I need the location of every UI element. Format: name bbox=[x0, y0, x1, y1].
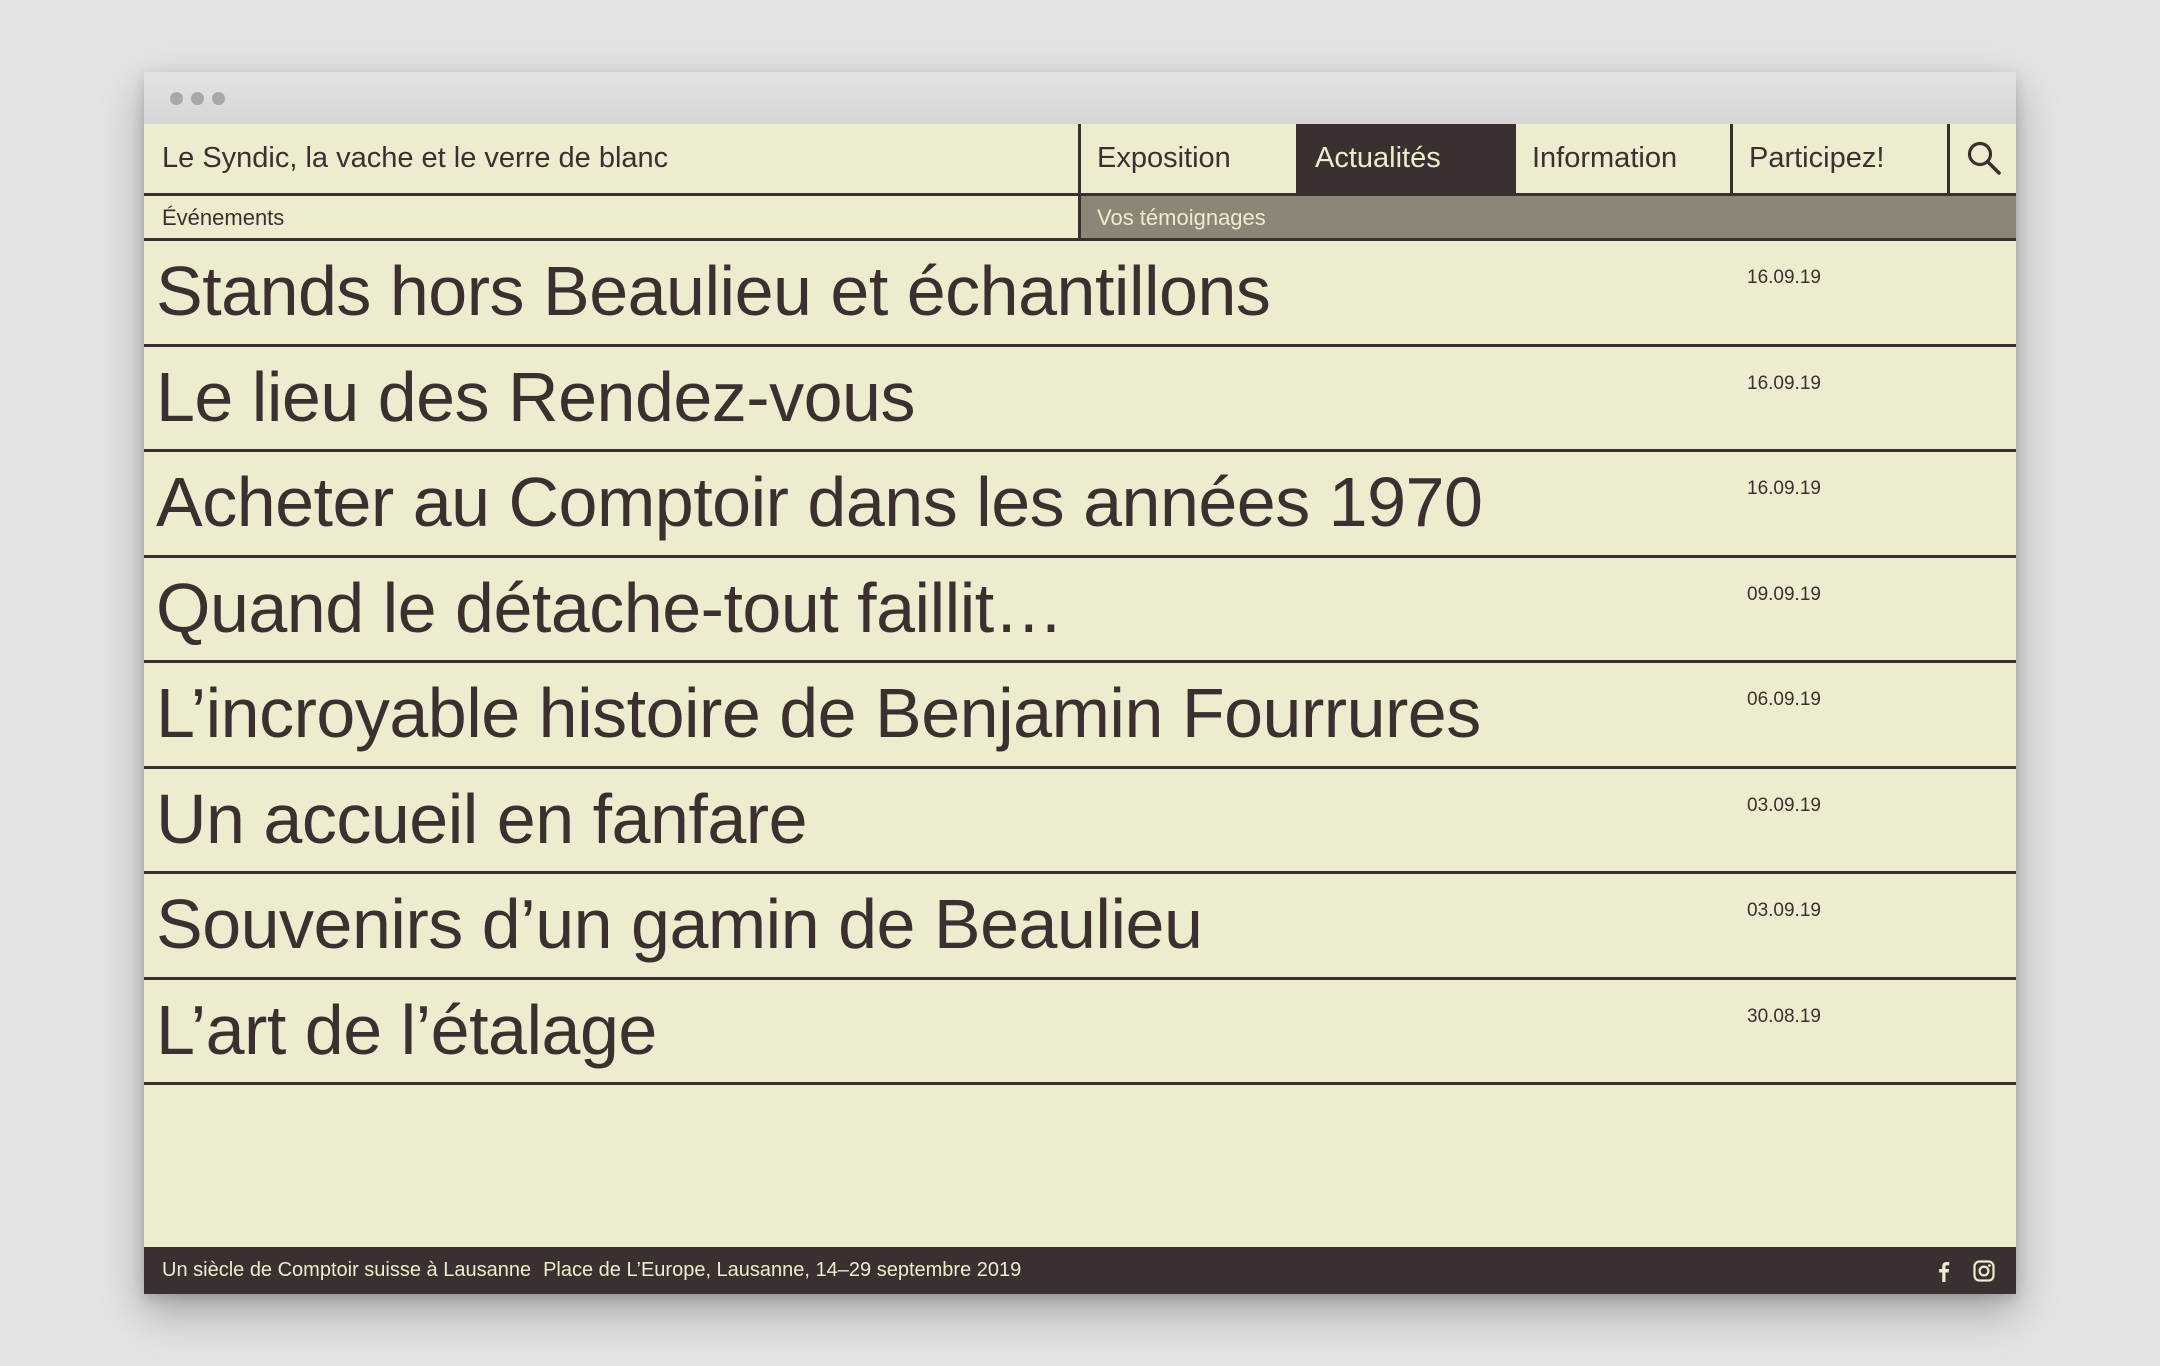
article-date: 16.09.19 bbox=[1747, 372, 1821, 394]
facebook-icon[interactable] bbox=[1934, 1260, 1954, 1282]
article-title[interactable]: Acheter au Comptoir dans les années 1970 bbox=[156, 462, 1483, 542]
instagram-icon[interactable] bbox=[1973, 1260, 1995, 1282]
window-dot-icon bbox=[170, 92, 183, 105]
article-row[interactable]: Quand le détache-tout faillit… 09.09.19 bbox=[144, 558, 2016, 663]
subnav-item-evenements[interactable]: Événements bbox=[144, 196, 1078, 238]
article-date: 03.09.19 bbox=[1747, 900, 1821, 921]
site-title[interactable]: Le Syndic, la vache et le verre de blanc bbox=[162, 124, 668, 193]
footer-tagline: Un siècle de Comptoir suisse à Lausanne bbox=[162, 1259, 532, 1281]
article-row[interactable]: L’incroyable histoire de Benjamin Fourru… bbox=[144, 663, 2016, 769]
article-row[interactable]: L’art de l’étalage 30.08.19 bbox=[144, 980, 2016, 1085]
search-button[interactable] bbox=[1947, 124, 2016, 193]
footer-location: Place de L’Europe, Lausanne, 14–29 septe… bbox=[543, 1259, 1022, 1281]
browser-window: Le Syndic, la vache et le verre de blanc… bbox=[144, 72, 2016, 1294]
article-row[interactable]: Stands hors Beaulieu et échantillons 16.… bbox=[144, 241, 2016, 347]
subnav-item-temoignages[interactable]: Vos témoignages bbox=[1078, 196, 2016, 238]
article-title[interactable]: Quand le détache-tout faillit… bbox=[156, 568, 1064, 648]
window-dot-icon bbox=[191, 92, 204, 105]
article-date: 30.08.19 bbox=[1747, 1005, 1821, 1027]
search-icon bbox=[1967, 141, 2001, 175]
article-row[interactable]: Un accueil en fanfare 03.09.19 bbox=[144, 769, 2016, 874]
article-title[interactable]: Stands hors Beaulieu et échantillons bbox=[156, 251, 1271, 331]
nav-item-information[interactable]: Information bbox=[1513, 124, 1730, 193]
article-date: 03.09.19 bbox=[1747, 794, 1821, 816]
footer-info: Un siècle de Comptoir suisse à Lausanne P… bbox=[162, 1247, 1033, 1294]
article-title[interactable]: L’art de l’étalage bbox=[156, 990, 657, 1070]
article-title[interactable]: Souvenirs d’un gamin de Beaulieu bbox=[156, 884, 1203, 964]
article-title[interactable]: Un accueil en fanfare bbox=[156, 779, 808, 859]
sub-nav: Événements Vos témoignages bbox=[144, 196, 2016, 241]
window-dot-icon bbox=[212, 92, 225, 105]
article-title[interactable]: Le lieu des Rendez-vous bbox=[156, 357, 915, 437]
article-row[interactable]: Le lieu des Rendez-vous 16.09.19 bbox=[144, 347, 2016, 452]
article-date: 06.09.19 bbox=[1747, 689, 1821, 710]
article-title[interactable]: L’incroyable histoire de Benjamin Fourru… bbox=[156, 673, 1481, 753]
article-date: 16.09.19 bbox=[1747, 478, 1821, 499]
article-date: 09.09.19 bbox=[1747, 583, 1821, 605]
article-date: 16.09.19 bbox=[1747, 267, 1821, 288]
footer: Un siècle de Comptoir suisse à Lausanne P… bbox=[144, 1247, 2016, 1294]
article-list: Stands hors Beaulieu et échantillons 16.… bbox=[144, 241, 2016, 1085]
nav-item-actualites[interactable]: Actualités bbox=[1296, 124, 1513, 193]
nav-item-participez[interactable]: Participez! bbox=[1730, 124, 1947, 193]
nav-item-exposition[interactable]: Exposition bbox=[1078, 124, 1296, 193]
browser-titlebar bbox=[144, 72, 2016, 124]
article-row[interactable]: Souvenirs d’un gamin de Beaulieu 03.09.1… bbox=[144, 874, 2016, 980]
article-row[interactable]: Acheter au Comptoir dans les années 1970… bbox=[144, 452, 2016, 558]
main-nav: Le Syndic, la vache et le verre de blanc… bbox=[144, 124, 2016, 196]
